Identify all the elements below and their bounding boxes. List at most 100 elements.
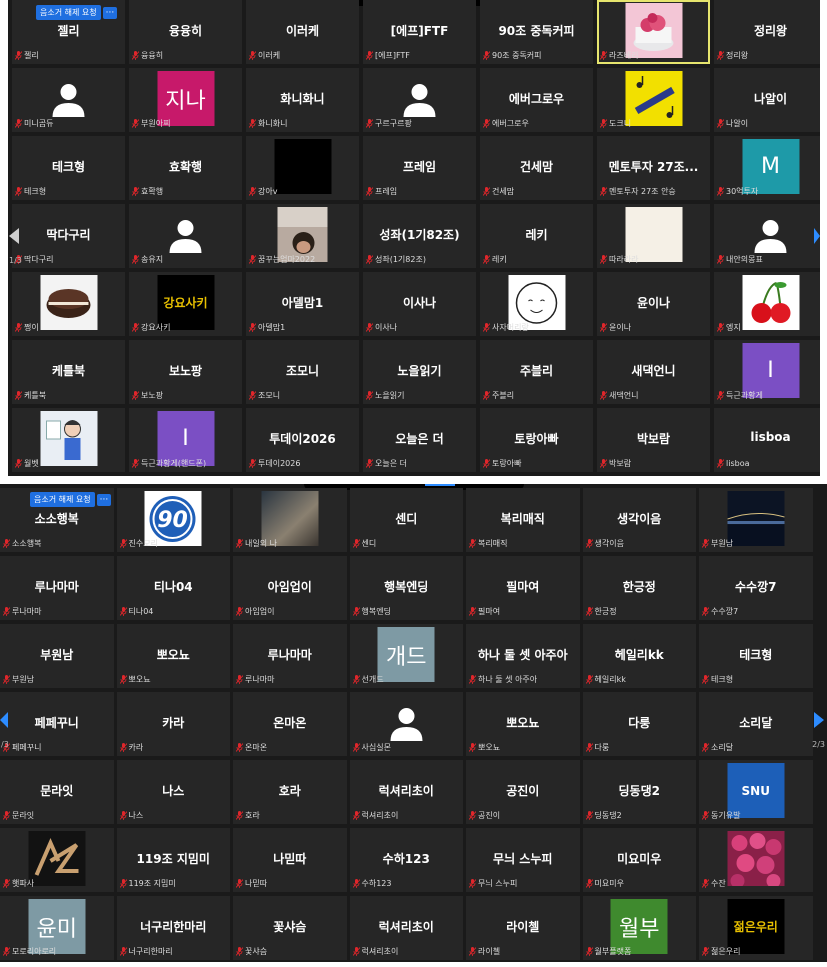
participant-tile[interactable]: 호라 호라 — [233, 760, 347, 824]
participant-tile[interactable]: 나믿따 나믿따 — [233, 828, 347, 892]
participant-tile[interactable]: 119조 지밈미 119조 지밈미 — [116, 828, 230, 892]
participant-tile[interactable]: 노을읽기 노을읽기 — [363, 340, 476, 404]
participant-tile[interactable]: 수하123 수하123 — [349, 828, 463, 892]
participant-tile[interactable]: 화니화니 화니화니 — [246, 68, 359, 132]
unmute-request-button[interactable]: 음소거 해제 요청 — [36, 5, 101, 20]
participant-tile[interactable]: 페페꾸니 페페꾸니 — [0, 692, 114, 756]
participant-tile[interactable]: 엥지 — [714, 272, 820, 336]
participant-tile[interactable]: 딩동댕2 딩동댕2 — [582, 760, 696, 824]
participant-tile[interactable]: 다룽 다룽 — [582, 692, 696, 756]
participant-tile[interactable]: 테크형 테크형 — [699, 624, 813, 688]
participant-tile[interactable]: 루나마마 루나마마 — [0, 556, 114, 620]
participant-tile[interactable]: 햇파사 — [0, 828, 114, 892]
participant-tile[interactable]: 90조 중독커피 90조 중독커피 — [480, 0, 593, 64]
participant-tile[interactable]: 딱다구리 딱다구리 — [12, 204, 125, 268]
participant-tile[interactable]: 에버그로우 에버그로우 — [480, 68, 593, 132]
participant-tile[interactable]: 루나마마 루나마마 — [233, 624, 347, 688]
participant-tile[interactable]: 윤이나 윤이나 — [597, 272, 710, 336]
participant-tile[interactable]: 따라라라 — [597, 204, 710, 268]
participant-tile[interactable]: 아델맘1 아델맘1 — [246, 272, 359, 336]
participant-tile[interactable]: lisboa lisboa — [714, 408, 820, 472]
participant-tile[interactable]: 부원남 부원남 — [0, 624, 114, 688]
participant-tile[interactable]: 미요미우 미요미우 — [582, 828, 696, 892]
participant-tile[interactable]: 나스 나스 — [116, 760, 230, 824]
participant-tile[interactable]: 쩡이 — [12, 272, 125, 336]
participant-tile[interactable]: 월부 월부플랫폼 — [582, 896, 696, 960]
participant-tile[interactable]: 개드 선개드 — [349, 624, 463, 688]
participant-tile[interactable]: 센디 센디 — [349, 488, 463, 552]
participant-tile[interactable]: SNU 동기유발 — [699, 760, 813, 824]
participant-tile[interactable]: 뽀오뇨 뽀오뇨 — [466, 692, 580, 756]
participant-tile[interactable]: 문라잇 문라잇 — [0, 760, 114, 824]
participant-tile[interactable]: 너구리한마리 너구리한마리 — [116, 896, 230, 960]
participant-tile[interactable]: 이사나 이사나 — [363, 272, 476, 336]
participant-tile[interactable]: 건세맘 건세맘 — [480, 136, 593, 200]
prev-page-button[interactable] — [0, 710, 8, 730]
unmute-request-button[interactable]: 음소거 해제 요청 — [30, 492, 95, 507]
participant-tile[interactable]: 필마여 필마여 — [466, 556, 580, 620]
more-options-button[interactable]: ··· — [96, 493, 112, 506]
participant-tile[interactable]: [에프]FTF [에프]FTF — [363, 0, 476, 64]
participant-tile[interactable]: 한긍정 한긍정 — [582, 556, 696, 620]
participant-tile[interactable]: 강요사키 강요사키 — [129, 272, 242, 336]
next-page-button[interactable] — [813, 710, 825, 730]
participant-tile[interactable]: 토랑아빠 토랑아빠 — [480, 408, 593, 472]
participant-tile[interactable]: 라이첼 라이첼 — [466, 896, 580, 960]
participant-tile[interactable]: 조모니 조모니 — [246, 340, 359, 404]
participant-tile[interactable]: I 득근과황게(핸드폰) — [129, 408, 242, 472]
participant-tile[interactable]: 오늘은 더 오늘은 더 — [363, 408, 476, 472]
participant-tile[interactable]: 꿈꾸는엄마2022 — [246, 204, 359, 268]
participant-tile[interactable]: 미니곰듀 — [12, 68, 125, 132]
participant-tile[interactable]: 나알이 나알이 — [714, 68, 820, 132]
participant-tile[interactable]: 월벳 — [12, 408, 125, 472]
participant-tile[interactable]: 멘토투자 27조... 멘토투자 27조 안승 — [597, 136, 710, 200]
participant-tile[interactable]: 내안의몽표 — [714, 204, 820, 268]
participant-tile[interactable]: 사자머리랑 — [480, 272, 593, 336]
participant-tile[interactable]: 효확행 효확행 — [129, 136, 242, 200]
participant-tile[interactable]: M 30억투자 — [714, 136, 820, 200]
participant-tile[interactable]: 무늬 스누피 무늬 스누피 — [466, 828, 580, 892]
participant-tile[interactable]: 강아v — [246, 136, 359, 200]
participant-tile[interactable]: 헤일리kk 헤일리kk — [582, 624, 696, 688]
next-page-button[interactable] — [814, 226, 820, 246]
participant-tile[interactable]: 생각이음 생각이음 — [582, 488, 696, 552]
participant-tile[interactable]: 프레임 프레임 — [363, 136, 476, 200]
participant-tile[interactable]: 젊은우리 젊은우리 — [699, 896, 813, 960]
participant-tile[interactable]: 정리왕 정리왕 — [714, 0, 820, 64]
participant-tile[interactable]: 보노팡 보노팡 — [129, 340, 242, 404]
participant-tile[interactable]: 주블리 주블리 — [480, 340, 593, 404]
participant-tile[interactable]: 레키 레키 — [480, 204, 593, 268]
participant-tile[interactable]: 꽃샤슴 꽃샤슴 — [233, 896, 347, 960]
participant-tile[interactable]: 성좌(1기82조) 성좌(1기82조) — [363, 204, 476, 268]
participant-tile[interactable]: 공진이 공진이 — [466, 760, 580, 824]
participant-tile[interactable]: 케틀북 케틀북 — [12, 340, 125, 404]
participant-tile[interactable]: 이러케 이러케 — [246, 0, 359, 64]
more-options-button[interactable]: ··· — [102, 6, 118, 19]
participant-tile[interactable]: 부원남 — [699, 488, 813, 552]
participant-tile[interactable]: 윤미 모로리아로리 — [0, 896, 114, 960]
participant-tile[interactable]: 럭셔리초이 럭셔리초이 — [349, 760, 463, 824]
participant-tile[interactable]: 구르구르팡 — [363, 68, 476, 132]
participant-tile[interactable]: 도크니 — [597, 68, 710, 132]
participant-tile[interactable]: 행복엔딩 행복엔딩 — [349, 556, 463, 620]
participant-tile[interactable]: 온마온 온마온 — [233, 692, 347, 756]
participant-tile[interactable]: 수수깡7 수수깡7 — [699, 556, 813, 620]
participant-tile[interactable]: 송유지 — [129, 204, 242, 268]
participant-tile[interactable]: 소리달 소리달 — [699, 692, 813, 756]
participant-tile[interactable]: 박보람 박보람 — [597, 408, 710, 472]
participant-tile[interactable]: 티나04 티나04 — [116, 556, 230, 620]
participant-tile[interactable]: 새댁언니 새댁언니 — [597, 340, 710, 404]
participant-tile[interactable]: 융융히 융융히 — [129, 0, 242, 64]
participant-tile[interactable]: 90 진수모리 — [116, 488, 230, 552]
participant-tile[interactable]: 투데이2026 투데이2026 — [246, 408, 359, 472]
participant-tile[interactable]: 카라 카라 — [116, 692, 230, 756]
participant-tile[interactable]: I 득근과황게 — [714, 340, 820, 404]
participant-tile[interactable]: 내일의 나 — [233, 488, 347, 552]
prev-page-button[interactable] — [8, 226, 20, 246]
participant-tile[interactable]: 사십실몬 — [349, 692, 463, 756]
participant-tile[interactable]: 아임업이 아임업이 — [233, 556, 347, 620]
participant-tile[interactable]: 럭셔리초이 럭셔리초이 — [349, 896, 463, 960]
participant-tile[interactable]: 하나 둘 셋 아주아 하나 둘 셋 아주아 — [466, 624, 580, 688]
participant-tile[interactable]: 수잔 — [699, 828, 813, 892]
participant-tile[interactable]: 지나 부원아찌 — [129, 68, 242, 132]
